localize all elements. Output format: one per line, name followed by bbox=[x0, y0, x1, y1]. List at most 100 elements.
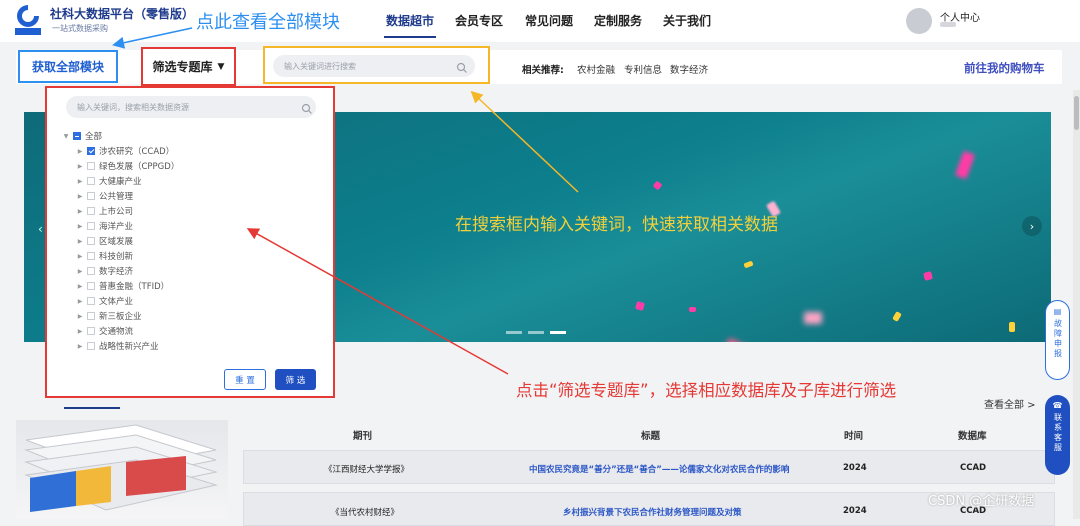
nav-active-underline bbox=[384, 36, 436, 38]
tree-item[interactable]: ▶ 交通物流 bbox=[77, 325, 133, 337]
expand-down-icon[interactable]: ▼ bbox=[63, 133, 69, 140]
expand-right-icon[interactable]: ▶ bbox=[77, 193, 83, 200]
banner-prev-icon[interactable]: ‹ bbox=[38, 222, 43, 236]
tree-item[interactable]: ▶ 绿色发展（CPPGD） bbox=[77, 160, 179, 172]
search-placeholder: 输入关键词进行搜索 bbox=[284, 62, 356, 71]
expand-right-icon[interactable]: ▶ bbox=[77, 253, 83, 260]
expand-right-icon[interactable]: ▶ bbox=[77, 208, 83, 215]
banner-dot[interactable] bbox=[506, 331, 522, 334]
nav-faq[interactable]: 常见问题 bbox=[525, 12, 573, 29]
tree-item[interactable]: ▶ 数字经济 bbox=[77, 265, 133, 277]
headset-icon: ☎ bbox=[1052, 401, 1063, 410]
tree-checkbox[interactable] bbox=[87, 342, 95, 350]
expand-right-icon[interactable]: ▶ bbox=[77, 343, 83, 350]
tree-label: 区域发展 bbox=[99, 237, 134, 247]
tree-label: 战略性新兴产业 bbox=[99, 342, 159, 352]
expand-right-icon[interactable]: ▶ bbox=[77, 283, 83, 290]
page-scrollbar[interactable] bbox=[1073, 90, 1080, 519]
tree-checkbox[interactable] bbox=[73, 132, 81, 140]
brand-title: 社科大数据平台（零售版） bbox=[50, 7, 195, 21]
banner-dot-active[interactable] bbox=[550, 331, 566, 334]
tree-label: 普惠金融（TFID） bbox=[99, 282, 170, 292]
tree-checkbox[interactable] bbox=[87, 147, 95, 155]
tree-item[interactable]: ▶ 上市公司 bbox=[77, 205, 133, 217]
expand-right-icon[interactable]: ▶ bbox=[77, 298, 83, 305]
tree-item[interactable]: ▶ 大健康产业 bbox=[77, 175, 142, 187]
fault-report-button[interactable]: ▤ 故障申报 bbox=[1045, 300, 1070, 380]
tree-checkbox[interactable] bbox=[87, 327, 95, 335]
tree-root-all[interactable]: ▼ 全部 bbox=[63, 130, 102, 142]
caret-down-icon: ▼ bbox=[217, 61, 225, 72]
table-header-database: 数据库 bbox=[958, 431, 987, 442]
nav-data-market[interactable]: 数据超市 bbox=[386, 12, 434, 29]
nav-about-us[interactable]: 关于我们 bbox=[663, 12, 711, 29]
panel-search-placeholder: 输入关键词，搜索相关数据资源 bbox=[77, 103, 189, 112]
filter-library-dropdown[interactable]: 筛选专题库 ▼ bbox=[141, 47, 236, 86]
tree-label: 绿色发展（CPPGD） bbox=[99, 162, 180, 172]
nav-custom-service[interactable]: 定制服务 bbox=[594, 12, 642, 29]
tree-item[interactable]: ▶ 普惠金融（TFID） bbox=[77, 280, 169, 292]
related-item-digital-economy[interactable]: 数字经济 bbox=[670, 62, 708, 76]
tree-item[interactable]: ▶ 科技创新 bbox=[77, 250, 133, 262]
tree-label: 涉农研究（CCAD） bbox=[99, 147, 175, 157]
view-all-link[interactable]: 查看全部 > bbox=[984, 396, 1036, 411]
expand-right-icon[interactable]: ▶ bbox=[77, 238, 83, 245]
expand-right-icon[interactable]: ▶ bbox=[77, 328, 83, 335]
tree-item[interactable]: ▶ 新三板企业 bbox=[77, 310, 142, 322]
section-title-underline bbox=[64, 407, 120, 409]
tree-label: 文体产业 bbox=[99, 297, 134, 307]
nav-member-zone[interactable]: 会员专区 bbox=[455, 12, 503, 29]
scrollbar-thumb[interactable] bbox=[1074, 96, 1079, 130]
row-year: 2024 bbox=[843, 463, 867, 473]
brand-subtitle: 一站式数据采购 bbox=[52, 24, 108, 33]
tree-item[interactable]: ▶ 区域发展 bbox=[77, 235, 133, 247]
expand-right-icon[interactable]: ▶ bbox=[77, 268, 83, 275]
related-item-rural-finance[interactable]: 农村金融 bbox=[577, 62, 615, 76]
filter-confirm-button[interactable]: 筛 选 bbox=[275, 369, 316, 390]
expand-right-icon[interactable]: ▶ bbox=[77, 223, 83, 230]
tree-label: 公共管理 bbox=[99, 192, 134, 202]
tree-checkbox[interactable] bbox=[87, 297, 95, 305]
row-journal: 《当代农村财经》 bbox=[331, 508, 400, 518]
row-title[interactable]: 乡村振兴背景下农民合作社财务管理问题及对策 bbox=[563, 506, 742, 518]
tree-checkbox[interactable] bbox=[87, 267, 95, 275]
tree-checkbox[interactable] bbox=[87, 162, 95, 170]
platform-logo-icon[interactable] bbox=[15, 3, 41, 35]
filter-library-label: 筛选专题库 bbox=[152, 60, 213, 74]
expand-right-icon[interactable]: ▶ bbox=[77, 148, 83, 155]
tree-checkbox[interactable] bbox=[87, 222, 95, 230]
tree-label: 交通物流 bbox=[99, 327, 134, 337]
expand-right-icon[interactable]: ▶ bbox=[77, 163, 83, 170]
banner-dot[interactable] bbox=[528, 331, 544, 334]
related-label: 相关推荐: bbox=[522, 65, 564, 76]
reset-button[interactable]: 重 置 bbox=[224, 369, 266, 390]
user-avatar[interactable] bbox=[906, 8, 932, 34]
tree-label: 上市公司 bbox=[99, 207, 134, 217]
search-icon[interactable] bbox=[301, 100, 313, 119]
annotation-search-tip: 在搜索框内输入关键词，快速获取相关数据 bbox=[455, 215, 778, 235]
tree-item[interactable]: ▶ 海洋产业 bbox=[77, 220, 133, 232]
tree-checkbox[interactable] bbox=[87, 192, 95, 200]
search-icon[interactable] bbox=[456, 59, 468, 78]
tree-item[interactable]: ▶ 战略性新兴产业 bbox=[77, 340, 159, 352]
tree-item[interactable]: ▶ 涉农研究（CCAD） bbox=[77, 145, 174, 157]
tree-checkbox[interactable] bbox=[87, 177, 95, 185]
contact-service-button[interactable]: ☎ 联系客服 bbox=[1045, 395, 1070, 475]
tree-item[interactable]: ▶ 公共管理 bbox=[77, 190, 133, 202]
tree-checkbox[interactable] bbox=[87, 207, 95, 215]
related-item-patent[interactable]: 专利信息 bbox=[624, 62, 662, 76]
tree-label: 科技创新 bbox=[99, 252, 134, 262]
tree-checkbox[interactable] bbox=[87, 312, 95, 320]
expand-right-icon[interactable]: ▶ bbox=[77, 313, 83, 320]
tree-checkbox[interactable] bbox=[87, 237, 95, 245]
all-modules-button[interactable]: 获取全部模块 bbox=[18, 50, 118, 83]
row-title[interactable]: 中国农民究竟是“善分”还是“善合”——论儒家文化对农民合作的影响 bbox=[529, 463, 789, 475]
tree-item[interactable]: ▶ 文体产业 bbox=[77, 295, 133, 307]
contact-service-label: 联系客服 bbox=[1053, 413, 1063, 453]
banner-next-icon[interactable]: › bbox=[1022, 216, 1042, 236]
cart-link[interactable]: 前往我的购物车 bbox=[964, 60, 1045, 76]
tree-checkbox[interactable] bbox=[87, 252, 95, 260]
table-header-time: 时间 bbox=[844, 431, 864, 442]
tree-checkbox[interactable] bbox=[87, 282, 95, 290]
expand-right-icon[interactable]: ▶ bbox=[77, 178, 83, 185]
